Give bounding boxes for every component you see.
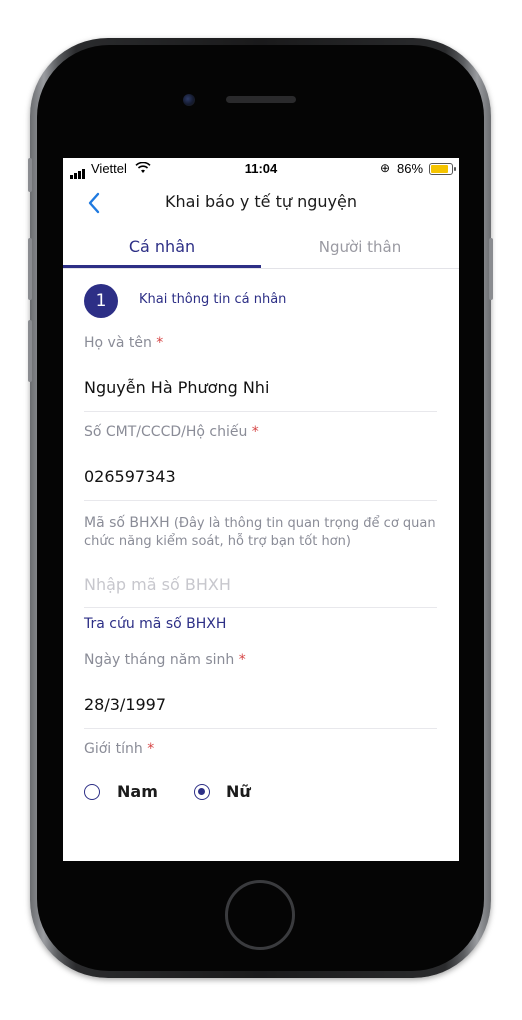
earpiece-speaker [226,96,296,103]
battery-percent: 86% [397,161,424,176]
birth-date-label-text: Ngày tháng năm sinh [84,652,235,668]
mute-switch [28,158,32,192]
insurance-label: Mã số BHXH (Đây là thông tin quan trọng … [84,514,444,551]
field-divider [84,500,437,501]
volume-up-button [28,238,32,300]
status-bar: Viettel 11:04 ⊕ 86% [63,158,459,180]
step-title: Khai thông tin cá nhân [139,292,287,307]
full-name-field[interactable]: Nguyễn Hà Phương Nhi [84,378,269,397]
insurance-lookup-link[interactable]: Tra cứu mã số BHXH [84,616,226,632]
required-mark: * [251,424,259,440]
required-mark: * [238,652,246,668]
gender-radio-female[interactable] [194,784,210,800]
required-mark: * [147,741,155,757]
birth-date-label: Ngày tháng năm sinh * [84,652,246,668]
required-mark: * [156,335,164,351]
gender-label: Giới tính * [84,741,154,757]
gender-option-female-label[interactable]: Nữ [226,782,251,801]
front-camera [183,94,195,106]
field-divider [84,607,437,608]
id-number-field[interactable]: 026597343 [84,467,176,486]
tab-personal[interactable]: Cá nhân [63,230,261,266]
active-tab-indicator [63,265,261,268]
home-button[interactable] [225,880,295,950]
tab-relatives[interactable]: Người thân [261,230,459,266]
gender-option-male-label[interactable]: Nam [117,782,158,801]
gender-label-text: Giới tính [84,741,143,757]
battery-icon [429,163,456,175]
full-name-label: Họ và tên * [84,335,163,351]
insurance-input[interactable]: Nhập mã số BHXH [84,575,231,594]
power-button [489,238,493,300]
id-number-label: Số CMT/CCCD/Hộ chiếu * [84,424,259,440]
gender-radio-male[interactable] [84,784,100,800]
rotation-lock-icon: ⊕ [380,161,391,175]
page-title: Khai báo y tế tự nguyện [165,192,357,211]
tab-bar: Cá nhân Người thân [63,230,459,269]
insurance-label-text: Mã số BHXH [84,515,170,531]
birth-date-field[interactable]: 28/3/1997 [84,695,166,714]
id-number-label-text: Số CMT/CCCD/Hộ chiếu [84,424,248,440]
field-divider [84,411,437,412]
app-screen: Viettel 11:04 ⊕ 86% Khai báo y tế tự ngu… [63,158,459,861]
step-number-badge: 1 [84,284,118,318]
volume-down-button [28,320,32,382]
nav-bar: Khai báo y tế tự nguyện [63,180,459,226]
full-name-label-text: Họ và tên [84,335,152,351]
field-divider [84,728,437,729]
